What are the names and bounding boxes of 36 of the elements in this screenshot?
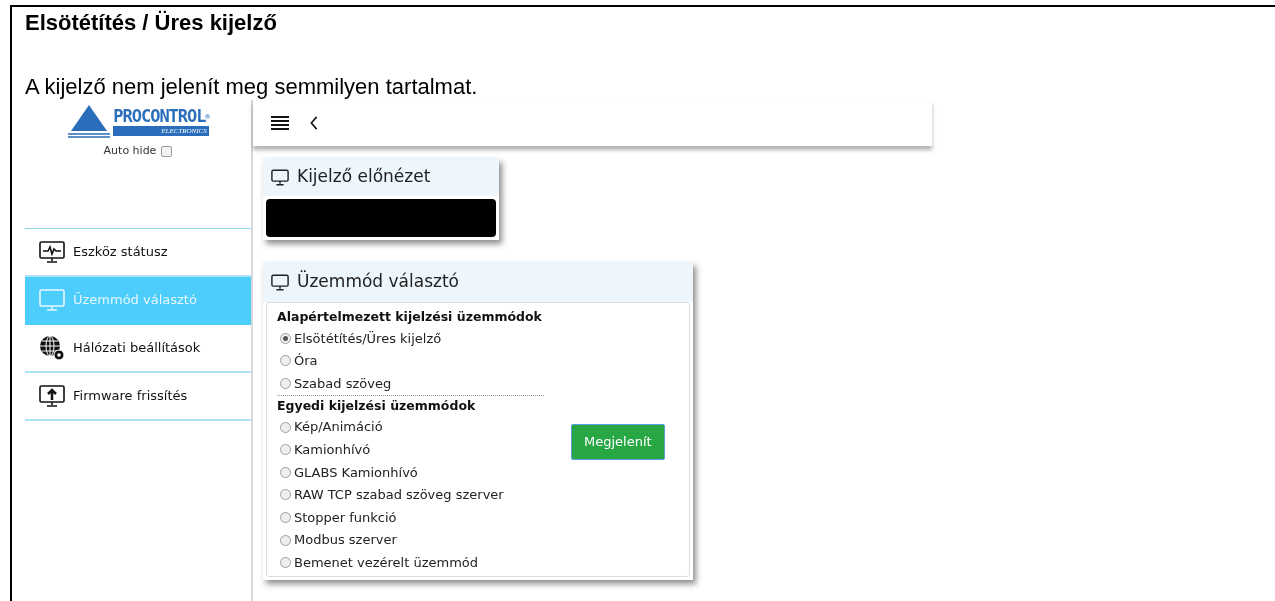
auto-hide-checkbox[interactable] xyxy=(161,145,173,157)
option-label: Bemenet vezérelt üzemmód xyxy=(294,553,479,572)
monitor-icon xyxy=(271,168,289,186)
option-label: Kép/Animáció xyxy=(294,418,383,437)
monitor-icon xyxy=(39,288,65,311)
option-label: Modbus szerver xyxy=(294,531,397,550)
radio-button[interactable] xyxy=(280,444,291,456)
option-label: RAW TCP szabad szöveg szerver xyxy=(294,486,504,505)
monitor-icon xyxy=(271,273,289,291)
auto-hide-label: Auto hide xyxy=(103,143,157,159)
card-title: Üzemmód választó xyxy=(297,269,459,294)
radio-button[interactable] xyxy=(280,511,291,523)
radio-button[interactable] xyxy=(280,466,291,478)
upload-monitor-icon xyxy=(39,384,65,407)
option-label: Szabad szöveg xyxy=(294,374,392,393)
option-label: Kamionhívó xyxy=(294,440,371,459)
globe-gear-icon xyxy=(39,334,65,361)
radio-button[interactable] xyxy=(280,489,291,501)
radio-button[interactable] xyxy=(280,332,291,344)
pulse-monitor-icon xyxy=(39,240,65,263)
section-heading: Elsötétítés / Üres kijelző xyxy=(25,10,278,36)
radio-button[interactable] xyxy=(280,355,291,367)
radio-button[interactable] xyxy=(280,534,291,546)
group-heading: Egyedi kijelzési üzemmódok xyxy=(277,396,477,415)
radio-button[interactable] xyxy=(280,557,291,569)
description-text: A kijelző nem jelenít meg semmilyen tartalmat. xyxy=(25,74,479,100)
option-label: Elsötétítés/Üres kijelző xyxy=(294,329,442,348)
card-title: Kijelző előnézet xyxy=(297,165,431,189)
back-chevron-icon[interactable] xyxy=(309,116,319,130)
menu-icon[interactable] xyxy=(271,115,289,131)
group-heading: Alapértelmezett kijelzési üzemmódok xyxy=(277,308,543,326)
option-label: Óra xyxy=(294,352,318,371)
radio-button[interactable] xyxy=(280,378,291,389)
option-label: Stopper funkció xyxy=(294,508,397,527)
option-label: GLABS Kamionhívó xyxy=(294,463,418,482)
radio-button[interactable] xyxy=(280,421,291,433)
